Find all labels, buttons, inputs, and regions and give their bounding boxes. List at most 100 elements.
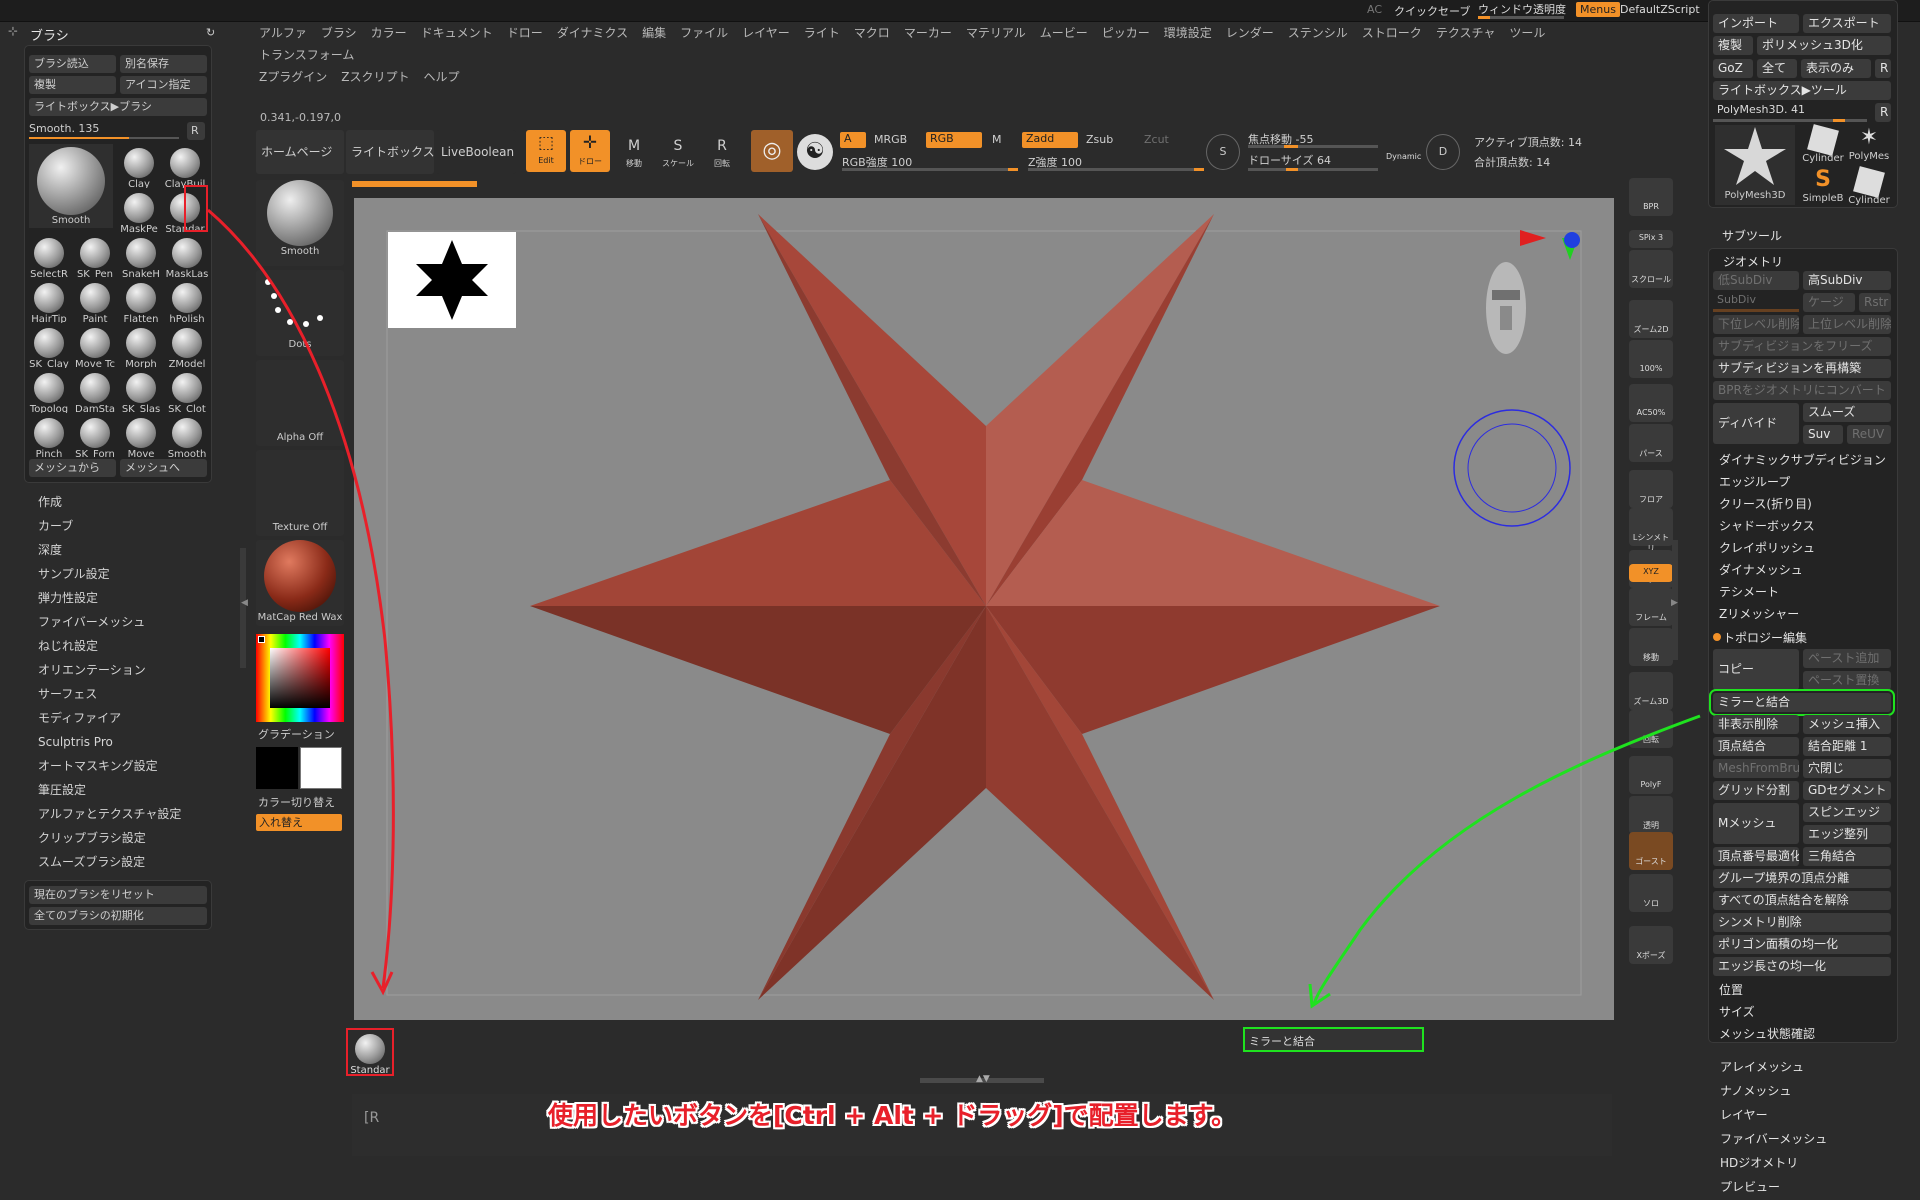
brush-thumb[interactable]: SK_Clay <box>27 324 71 368</box>
brush-submenu-item[interactable]: クリップブラシ設定 <box>0 826 210 850</box>
brush-thumb[interactable]: DamSta <box>73 369 117 413</box>
geometry-section[interactable]: ジオメトリ <box>1723 253 1783 270</box>
refresh-icon[interactable]: ↻ <box>206 26 215 39</box>
save-as-button[interactable]: 別名保存 <box>120 55 207 73</box>
bpr-convert-button[interactable]: BPRをジオメトリにコンバート <box>1713 381 1891 400</box>
resize-arrows-icon[interactable]: ▲▼ <box>976 1074 990 1084</box>
scale-button[interactable]: S スケール <box>658 134 698 172</box>
menu-item[interactable]: レンダー <box>1219 22 1281 44</box>
optimize-points-button[interactable]: 頂点番号最適化 <box>1713 847 1799 866</box>
insert-mesh-button[interactable]: メッシュ挿入 <box>1803 715 1891 734</box>
collapse-right-icon[interactable]: ▶ <box>1671 598 1678 608</box>
tool-section[interactable]: ファイバーメッシュ <box>1720 1130 1827 1147</box>
reuv-toggle[interactable]: ReUV <box>1847 425 1891 444</box>
geometry-subsection[interactable]: Zリメッシャー <box>1719 605 1799 622</box>
right-tool-button[interactable]: Lシンメトリ <box>1629 508 1673 553</box>
copy-subtool-button[interactable]: コピー <box>1713 649 1799 690</box>
to-mesh-button[interactable]: メッシュへ <box>120 459 207 477</box>
dynamic-toggle[interactable]: Dynamic <box>1386 152 1421 161</box>
menu-item[interactable]: Zスクリプト <box>334 66 416 88</box>
group-split-button[interactable]: グループ境界の頂点分離 <box>1713 869 1891 888</box>
init-brushes-button[interactable]: 全てのブラシの初期化 <box>29 907 207 925</box>
zcut-button[interactable]: Zcut <box>1144 133 1169 146</box>
brush-submenu-item[interactable]: Sculptris Pro <box>0 730 210 754</box>
del-higher-button[interactable]: 上位レベル削除 <box>1803 315 1891 334</box>
right-tool-button[interactable]: SPix 3 <box>1629 230 1673 248</box>
right-tool-button[interactable]: ソロ <box>1629 874 1673 912</box>
tool-thumb-simplebrush[interactable]: S SimpleB <box>1801 167 1845 207</box>
menu-item[interactable]: アルファ <box>252 22 314 44</box>
tool-section[interactable]: アレイメッシュ <box>1720 1058 1804 1075</box>
document-canvas[interactable] <box>354 198 1614 1020</box>
menu-item[interactable]: ストローク <box>1355 22 1429 44</box>
brush-submenu-item[interactable]: スムーズブラシ設定 <box>0 850 210 874</box>
head-orientation-icon[interactable] <box>1486 262 1526 354</box>
mmesh-button[interactable]: Mメッシュ <box>1713 803 1799 844</box>
goz-visible-button[interactable]: 表示のみ <box>1801 59 1871 78</box>
right-tool-button[interactable]: 回転 <box>1629 710 1673 748</box>
move-button[interactable]: M 移動 <box>614 134 654 172</box>
color-square[interactable] <box>270 648 330 708</box>
mesh-integrity-section[interactable]: メッシュ状態確認 <box>1719 1025 1815 1042</box>
brush-palette-title[interactable]: ブラシ <box>30 25 69 44</box>
menu-item[interactable]: ムービー <box>1033 22 1095 44</box>
left-shelf-scrollbar[interactable] <box>240 548 246 668</box>
brush-thumb[interactable]: SnakeH <box>119 234 163 278</box>
set-icon-button[interactable]: アイコン指定 <box>120 76 207 94</box>
del-lower-button[interactable]: 下位レベル削除 <box>1713 315 1799 334</box>
standard-brush-shelf-button[interactable]: Standar <box>346 1028 394 1076</box>
shelf-alpha-slot[interactable]: Alpha Off <box>256 360 344 446</box>
lightbox-brush-button[interactable]: ライトボックス▶ブラシ <box>29 98 207 116</box>
make-polymesh-button[interactable]: ポリメッシュ3D化 <box>1757 36 1891 55</box>
current-brush-thumbnail[interactable]: Smooth <box>29 144 113 228</box>
menu-item[interactable]: マクロ <box>847 22 897 44</box>
right-tool-button[interactable]: フロア <box>1629 470 1673 508</box>
brush-submenu-item[interactable]: ファイバーメッシュ <box>0 610 210 634</box>
reconstruct-subdiv-button[interactable]: サブディビジョンを再構築 <box>1713 359 1891 378</box>
liveboolean-button[interactable]: LiveBoolean <box>436 130 516 174</box>
brush-thumb[interactable]: Clay <box>117 144 161 188</box>
tool-slider[interactable] <box>1713 119 1867 122</box>
reset-brush-button[interactable]: 現在のブラシをリセット <box>29 886 207 904</box>
edit-button[interactable]: ⬚ Edit <box>526 130 566 172</box>
menu-item[interactable]: ピッカー <box>1095 22 1157 44</box>
star-mesh-viewport[interactable] <box>354 198 1614 1020</box>
lightbox-button[interactable]: ライトボックス <box>346 130 434 174</box>
clone-tool-button[interactable]: 複製 <box>1713 36 1753 55</box>
tool-section[interactable]: レイヤー <box>1720 1106 1768 1123</box>
tool-section[interactable]: HDジオメトリ <box>1720 1154 1798 1171</box>
focal-shift-slider[interactable] <box>1248 145 1378 148</box>
menu-item[interactable]: ダイナミクス <box>550 22 635 44</box>
paste-append-button[interactable]: ペースト追加 <box>1803 649 1891 668</box>
equalize-edge-button[interactable]: エッジ長さの均一化 <box>1713 957 1891 976</box>
import-button[interactable]: インポート <box>1713 14 1799 33</box>
suv-toggle[interactable]: Suv <box>1803 425 1843 444</box>
lower-subdiv-button[interactable]: 低SubDiv <box>1713 271 1799 290</box>
triangulate-button[interactable]: 三角結合 <box>1803 847 1891 866</box>
gradient-label[interactable]: グラデーション <box>258 726 335 742</box>
grid-divide-button[interactable]: グリッド分割 <box>1713 781 1799 800</box>
geometry-subsection[interactable]: エッジループ <box>1719 473 1790 490</box>
brush-thumb[interactable]: hPolish <box>165 279 209 323</box>
right-tool-button[interactable]: パース <box>1629 424 1673 462</box>
menu-item[interactable]: マーカー <box>897 22 959 44</box>
mirror-weld-button[interactable]: ミラーと結合 <box>1709 689 1895 716</box>
menu-item[interactable]: マテリアル <box>959 22 1033 44</box>
local-symmetry-icon[interactable]: S <box>1206 134 1240 170</box>
weld-points-button[interactable]: 頂点結合 <box>1713 737 1799 756</box>
right-tool-button[interactable]: BPR <box>1629 178 1673 216</box>
shelf-material-slot[interactable]: MatCap Red Wax <box>256 540 344 626</box>
draw-button[interactable]: ✛ ドロー <box>570 130 610 172</box>
meshfrombrush-button[interactable]: MeshFromBrush <box>1713 759 1799 778</box>
brush-submenu-item[interactable]: サーフェス <box>0 682 210 706</box>
current-tool-thumbnail[interactable]: PolyMesh3D <box>1715 125 1795 205</box>
brush-submenu-item[interactable]: アルファとテクスチャ設定 <box>0 802 210 826</box>
brush-thumb[interactable]: MaskPe <box>117 189 161 233</box>
z-intensity-slider[interactable] <box>1028 168 1204 171</box>
shelf-stroke-slot[interactable]: Dots <box>256 270 344 356</box>
equalize-area-button[interactable]: ポリゴン面積の均一化 <box>1713 935 1891 954</box>
goz-all-button[interactable]: 全て <box>1757 59 1797 78</box>
quicksave-button[interactable]: クイックセーブ <box>1394 3 1470 19</box>
tool-r-button[interactable]: R <box>1875 103 1891 122</box>
color-picker[interactable] <box>256 634 344 722</box>
